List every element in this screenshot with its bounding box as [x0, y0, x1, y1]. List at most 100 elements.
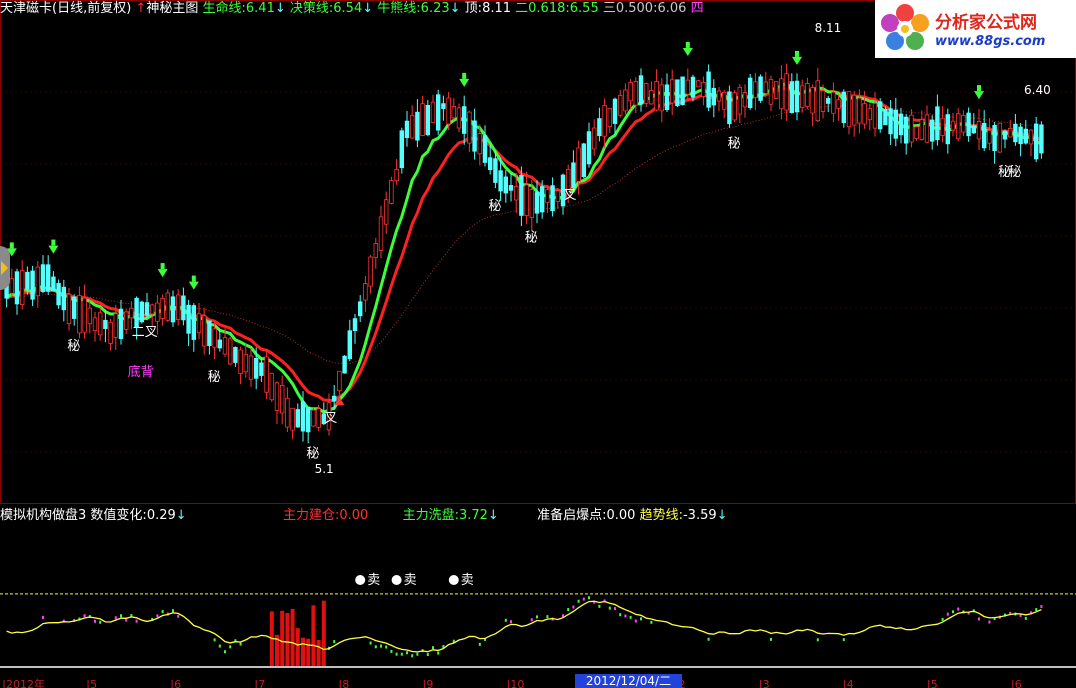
oscillator-mark: [218, 644, 221, 648]
candle-body: [976, 121, 982, 140]
sell-dot-icon: [448, 575, 459, 585]
candle-body: [981, 122, 987, 149]
main-build-bar: [316, 639, 321, 666]
candle-body: [753, 81, 758, 99]
down-arrow-icon: ↓: [274, 1, 286, 16]
oscillator-mark: [390, 649, 393, 653]
candle-body: [201, 315, 207, 347]
expand-panel-button[interactable]: [0, 246, 10, 290]
oscillator-mark: [385, 645, 388, 649]
cursor-date-label: 2012/12/04/二: [575, 674, 682, 688]
sell-arrow-icon: [795, 50, 799, 57]
oscillator-mark: [588, 596, 590, 600]
sell-arrow-icon: [160, 263, 165, 270]
second-label: 二0.618:: [515, 1, 570, 16]
candle-body: [498, 170, 503, 192]
candle-body: [664, 84, 670, 110]
sell-arrow-icon: [459, 78, 470, 87]
oscillator-mark: [946, 612, 949, 616]
candle-body: [851, 94, 857, 126]
candle-body: [1023, 128, 1029, 144]
sub-indicator-name[interactable]: 模拟机构做盘3: [0, 508, 86, 523]
candle-body: [1007, 127, 1013, 138]
oscillator-mark: [650, 620, 653, 624]
candle-body: [389, 180, 394, 204]
candle-body: [576, 147, 581, 182]
main-build-bar: [280, 610, 285, 666]
candle-body: [534, 192, 540, 214]
price-chart[interactable]: 秘秘秘秘秘秘秘秘二叉叉叉底背5.18.116.40: [0, 0, 1076, 504]
oscillator-mark: [213, 638, 216, 642]
candle-body: [825, 98, 831, 104]
candle-body: [898, 113, 904, 136]
candle-body: [945, 114, 951, 145]
life-line: [5, 81, 1043, 414]
sell-arrow-icon: [685, 41, 690, 48]
candle-body: [285, 397, 290, 428]
candle-body: [207, 320, 212, 346]
oscillator-mark: [99, 620, 102, 624]
candle-body: [435, 94, 441, 131]
oscillator-mark: [172, 609, 174, 613]
candle-body: [888, 108, 893, 135]
candle-body: [347, 330, 353, 360]
candle-body: [841, 91, 847, 124]
oscillator-mark: [572, 605, 575, 609]
mi-signal-label: 秘: [728, 136, 741, 151]
candle-body: [264, 356, 269, 393]
oscillator-mark: [988, 620, 991, 624]
stock-name: 天津磁卡: [0, 1, 53, 16]
candle-body: [961, 114, 966, 133]
trend-line-value: -3.59: [682, 508, 717, 523]
oscillator-mark: [577, 599, 580, 603]
candle-body: [129, 307, 134, 319]
oscillator-mark: [120, 614, 122, 618]
candle-body: [493, 158, 498, 183]
candle-body: [810, 87, 815, 114]
candle-body: [446, 97, 451, 125]
candle-body: [170, 296, 176, 323]
candle-body: [56, 283, 61, 306]
candle-body: [342, 355, 347, 374]
candle-body: [134, 297, 139, 328]
candle-body: [539, 186, 545, 213]
candle-body: [924, 114, 930, 143]
site-logo[interactable]: 分析家公式网 www.88gs.com: [875, 0, 1076, 58]
candle-body: [597, 118, 602, 137]
candle-body: [139, 301, 145, 323]
cha-signal-label: 叉: [324, 411, 337, 426]
candle-body: [680, 76, 685, 106]
candle-body: [695, 80, 701, 88]
oscillator-mark: [380, 644, 382, 648]
candle-body: [950, 120, 956, 131]
candle-body: [997, 122, 1003, 153]
oscillator-mark: [114, 616, 117, 620]
sell-arrow-icon: [682, 47, 693, 56]
candle-body: [1002, 130, 1008, 140]
sell-dot-icon: [355, 575, 366, 585]
candle-body: [877, 101, 883, 130]
candle-body: [914, 126, 919, 140]
candle-body: [846, 91, 852, 128]
candle-body: [352, 318, 358, 332]
candle-body: [799, 85, 805, 108]
indicator-chart[interactable]: 卖卖卖 2012年56789101123456: [0, 504, 1076, 688]
oscillator-mark: [1035, 608, 1038, 612]
low-price-label: 5.1: [315, 462, 334, 476]
second-value: 6.55: [569, 1, 599, 16]
life-line-value: 6.41: [245, 1, 275, 16]
oscillator-mark: [598, 604, 601, 608]
oscillator-mark: [957, 607, 960, 611]
candle-body: [940, 117, 945, 136]
oscillator-mark: [629, 615, 632, 619]
x-axis-tick-label: 9: [426, 678, 433, 688]
candle-body: [581, 143, 587, 177]
indicator-name[interactable]: 神秘主图: [146, 1, 198, 16]
oscillator-mark: [614, 607, 616, 611]
life-line-label: 生命线:: [202, 1, 246, 16]
candle-body: [971, 125, 977, 134]
oscillator-mark: [634, 619, 637, 623]
x-axis-tick-label: 6: [1015, 678, 1022, 688]
candle-body: [368, 256, 373, 287]
mi-signal-label: 秘: [208, 370, 221, 385]
